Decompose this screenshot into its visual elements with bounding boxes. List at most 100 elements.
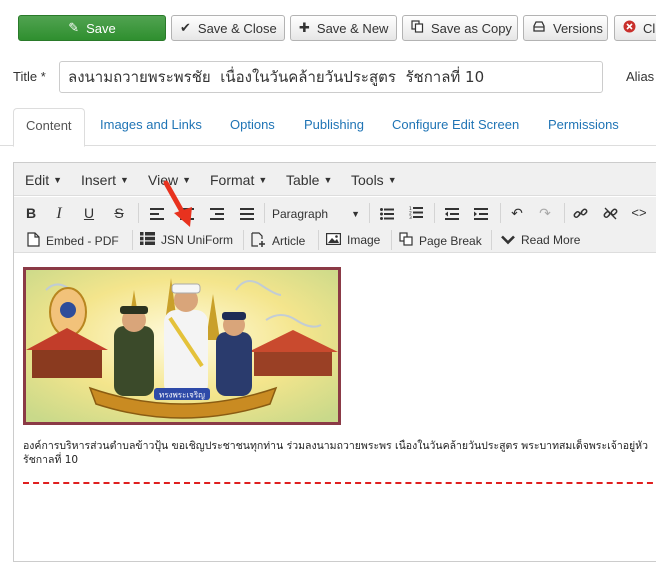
page-break-button[interactable]: Page Break (399, 232, 482, 249)
bold-icon[interactable]: B (20, 205, 42, 221)
svg-text:3: 3 (409, 215, 412, 219)
tab-publishing[interactable]: Publishing (292, 108, 376, 146)
link-icon[interactable] (569, 206, 591, 224)
jsn-uniform-label: JSN UniForm (161, 233, 234, 247)
save-close-label: Save & Close (197, 20, 277, 36)
action-toolbar: ✎ Save ✔ Save & Close ✚ Save & New Save … (0, 0, 656, 50)
redo-icon[interactable]: ↷ (534, 205, 556, 222)
bullet-list-icon[interactable] (376, 207, 398, 223)
editor-content-area[interactable]: ทรงพระเจริญ องค์การบริหารส่วนตำบลข้าวปุ้… (14, 254, 656, 554)
caret-down-icon: ▼ (258, 175, 268, 185)
toolbar-divider (491, 230, 492, 250)
caret-down-icon: ▼ (53, 175, 63, 185)
indent-icon[interactable] (470, 207, 492, 223)
content-paragraph[interactable]: องค์การบริหารส่วนตำบลข้าวปุ้น ขอเชิญประช… (23, 439, 656, 467)
menu-insert-label: Insert (81, 172, 117, 188)
menu-format[interactable]: Format ▼ (210, 172, 267, 188)
menu-format-label: Format (210, 172, 255, 188)
list-icon (140, 232, 155, 248)
editor-menubar: Edit ▼ Insert ▼ View ▼ Format ▼ Table ▼ Tools… (14, 163, 656, 196)
page-break-label: Page Break (419, 233, 482, 248)
plus-icon: ✚ (299, 20, 310, 35)
close-label: Cl (643, 20, 656, 36)
tab-configure-edit-screen[interactable]: Configure Edit Screen (380, 108, 531, 146)
picture-icon (326, 232, 342, 248)
save-close-button[interactable]: ✔ Save & Close (171, 15, 285, 41)
title-input[interactable] (59, 61, 603, 93)
paragraph-line: องค์การบริหารส่วนตำบลข้าวปุ้น ขอเชิญประช… (23, 440, 648, 452)
toolbar-divider (138, 203, 139, 223)
tab-permissions[interactable]: Permissions (536, 108, 631, 146)
menu-edit[interactable]: Edit ▼ (25, 172, 62, 188)
rich-text-editor: Edit ▼ Insert ▼ View ▼ Format ▼ Table ▼ Tools… (13, 162, 656, 562)
paragraph-select-value: Paragraph (272, 207, 329, 221)
outdent-icon[interactable] (441, 207, 463, 223)
toolbar-divider (132, 230, 133, 250)
underline-icon[interactable]: U (78, 205, 100, 221)
align-right-icon[interactable] (206, 207, 228, 223)
undo-icon[interactable]: ↶ (506, 205, 528, 222)
image-button[interactable]: Image (326, 232, 380, 248)
tab-content[interactable]: Content (13, 108, 85, 147)
toolbar-divider (500, 203, 501, 223)
alias-label: Alias (626, 69, 655, 84)
caret-down-icon: ▼ (351, 209, 360, 219)
paragraph-format-select[interactable]: Paragraph ▼ (272, 204, 360, 226)
read-more-button[interactable]: Read More (501, 232, 580, 248)
embed-pdf-button[interactable]: Embed - PDF (27, 232, 119, 250)
article-button[interactable]: Article (251, 232, 305, 250)
tab-images-and-links[interactable]: Images and Links (88, 108, 214, 146)
article-label: Article (272, 234, 306, 248)
toolbar-divider (369, 203, 370, 223)
save-as-copy-button[interactable]: Save as Copy (402, 15, 518, 41)
align-justify-icon[interactable] (236, 207, 258, 223)
unlink-icon[interactable] (599, 206, 621, 224)
image-label: Image (347, 233, 381, 247)
caret-down-icon: ▼ (120, 175, 129, 185)
edit-icon: ✎ (68, 20, 80, 35)
close-icon (623, 20, 636, 36)
embed-pdf-label: Embed - PDF (46, 234, 119, 248)
source-code-icon[interactable]: <> (628, 205, 650, 220)
menu-edit-label: Edit (25, 172, 50, 188)
caret-down-icon: ▼ (323, 175, 333, 185)
annotation-arrow-icon (163, 180, 192, 227)
add-document-icon (251, 232, 266, 250)
save-new-label: Save & New (316, 20, 389, 36)
toolbar-divider (564, 203, 565, 223)
strikethrough-icon[interactable]: S (108, 205, 130, 221)
title-label: Title * (13, 69, 46, 84)
page-break-divider (23, 482, 656, 484)
close-button[interactable]: Cl (614, 15, 656, 41)
menu-table[interactable]: Table ▼ (286, 172, 332, 188)
copy-icon (399, 232, 413, 249)
menu-insert[interactable]: Insert ▼ (81, 172, 129, 188)
save-new-button[interactable]: ✚ Save & New (290, 15, 397, 41)
menu-tools-label: Tools (351, 172, 384, 188)
ceremonial-banner-image[interactable]: ทรงพระเจริญ (23, 267, 341, 425)
paragraph-line: รัชกาลที่ 10 (23, 454, 79, 466)
menu-table-label: Table (286, 172, 320, 188)
check-icon: ✔ (180, 20, 191, 35)
editor-formatting-toolbar: B I U S Paragraph ▼ 123 ↶ ↷ <> Embed - P… (14, 197, 656, 253)
read-more-label: Read More (521, 233, 581, 247)
save-button[interactable]: ✎ Save (18, 15, 166, 41)
menu-tools[interactable]: Tools ▼ (351, 172, 397, 188)
save-label: Save (86, 20, 116, 36)
versions-label: Versions (553, 20, 603, 36)
tab-options[interactable]: Options (218, 108, 287, 146)
save-as-copy-label: Save as Copy (431, 20, 512, 36)
toolbar-divider (391, 230, 392, 250)
versions-button[interactable]: Versions (523, 15, 608, 41)
chevron-down-icon (501, 232, 515, 248)
italic-icon[interactable]: I (48, 205, 70, 223)
numbered-list-icon[interactable]: 123 (405, 206, 427, 222)
toolbar-divider (434, 203, 435, 223)
banner-caption: ทรงพระเจริญ (159, 391, 205, 400)
toolbar-divider (243, 230, 244, 250)
copy-icon (411, 20, 424, 36)
toolbar-divider (318, 230, 319, 250)
versions-icon (532, 20, 546, 36)
caret-down-icon: ▼ (387, 175, 397, 185)
jsn-uniform-button[interactable]: JSN UniForm (140, 232, 233, 248)
